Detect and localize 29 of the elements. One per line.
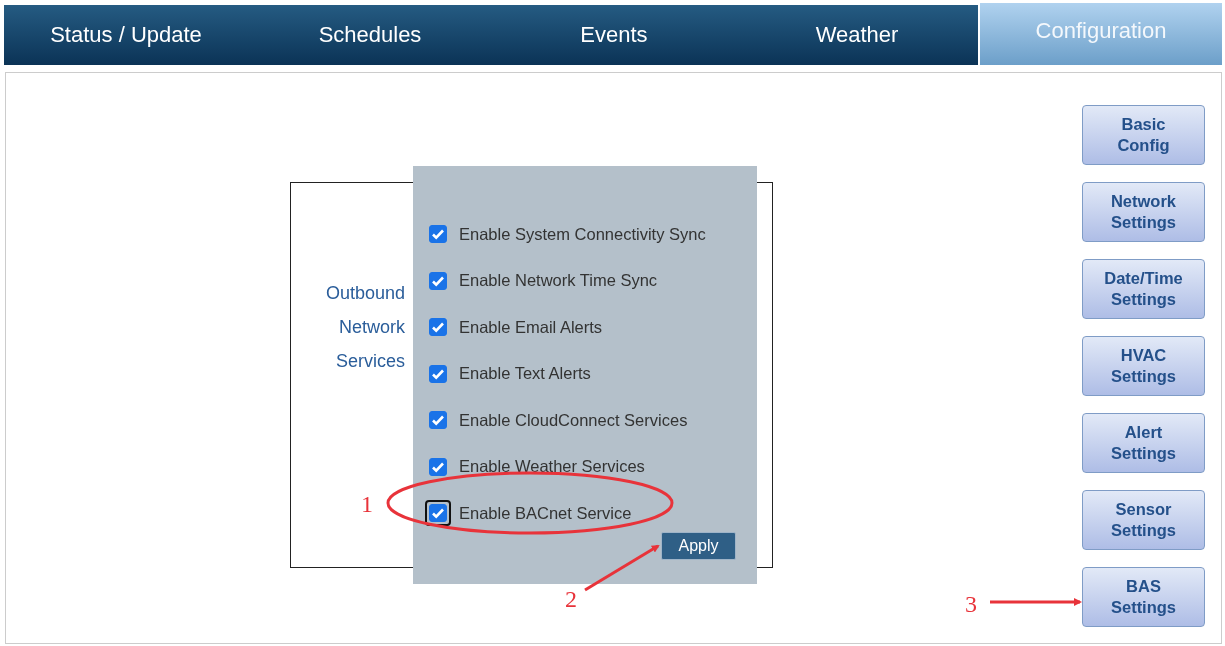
tab[interactable]: Weather: [736, 5, 978, 65]
option-label: Enable Weather Services: [459, 457, 645, 477]
checkbox[interactable]: [429, 364, 447, 383]
apply-button[interactable]: Apply: [661, 531, 736, 560]
option-label: Enable Network Time Sync: [459, 271, 658, 291]
option-label: Enable Text Alerts: [459, 364, 591, 384]
tab[interactable]: Schedules: [248, 5, 492, 65]
settings-button[interactable]: HVAC Settings: [1082, 336, 1205, 396]
annotation-number: 1: [361, 491, 373, 517]
checkbox[interactable]: [429, 457, 447, 476]
settings-button[interactable]: Sensor Settings: [1082, 490, 1205, 550]
checkbox[interactable]: [429, 411, 447, 430]
annotation-number: 3: [965, 591, 977, 617]
option-label: Enable BACnet Service: [459, 503, 632, 523]
option-label: Enable System Connectivity Sync: [459, 224, 706, 244]
settings-button[interactable]: Alert Settings: [1082, 413, 1205, 473]
tab[interactable]: Events: [492, 5, 736, 65]
settings-button[interactable]: Date/Time Settings: [1082, 259, 1205, 319]
settings-button[interactable]: Basic Config: [1082, 105, 1205, 165]
option-label: Enable CloudConnect Services: [459, 410, 688, 430]
section-label: Outbound Network Services: [324, 282, 405, 373]
settings-button[interactable]: Network Settings: [1082, 182, 1205, 242]
option-label: Enable Email Alerts: [459, 317, 603, 337]
annotation-number: 2: [565, 586, 577, 612]
tab[interactable]: Status / Update: [4, 5, 248, 65]
checkbox[interactable]: [429, 271, 447, 290]
settings-button[interactable]: BAS Settings: [1082, 567, 1205, 627]
checkbox[interactable]: [429, 318, 447, 337]
checkbox[interactable]: [429, 225, 447, 244]
